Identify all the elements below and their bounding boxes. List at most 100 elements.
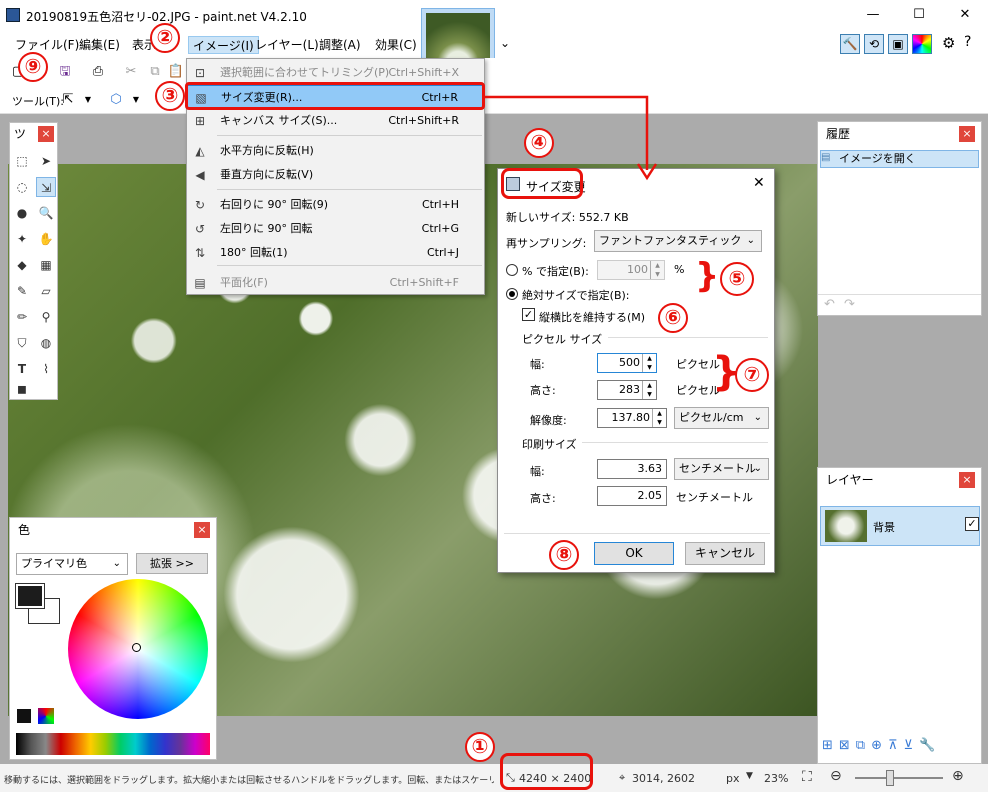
text-tool-icon[interactable]: T [12, 359, 32, 379]
clone-stamp-tool-icon[interactable]: ⛉ [12, 333, 32, 353]
paste-icon[interactable]: 📋 [166, 62, 186, 82]
percent-input[interactable]: 100 ▲ ▼ [597, 260, 665, 280]
line-tool-icon[interactable]: ⌇ [36, 359, 56, 379]
chevron-down-icon[interactable]: ▼ [78, 90, 98, 110]
menu-item-label: 平面化(F) [220, 276, 268, 289]
resolution-input[interactable]: 137.80 ▲ ▼ [597, 408, 667, 428]
menu-item-label: 180° 回転(1) [220, 246, 288, 259]
layer-row[interactable]: 背景 ✓ [820, 506, 980, 546]
color-mode-select[interactable]: プライマリ色 ⌄ [16, 553, 128, 575]
menu-adjustments[interactable]: 調整(A) [315, 36, 365, 54]
rect-select-tool-icon[interactable]: ⬚ [12, 151, 32, 171]
undo-icon[interactable]: ↶ [824, 297, 835, 312]
menu-image[interactable]: イメージ(I) [188, 36, 259, 54]
zoom-fit-icon[interactable]: ⛶ [802, 769, 812, 785]
history-title: 履歴 [818, 122, 981, 146]
pan-tool-icon[interactable]: ✋ [36, 229, 56, 249]
menu-item-rotate-ccw[interactable]: ↺ 左回りに 90° 回転 Ctrl+G [187, 217, 484, 241]
save-icon[interactable]: 🖫 [55, 62, 75, 82]
menu-item-flip-horizontal[interactable]: ◭ 水平方向に反転(H) [187, 139, 484, 163]
move-selected-tool-icon[interactable]: ➤ [36, 151, 56, 171]
chevron-down-icon[interactable]: ▼ [746, 771, 753, 781]
color-palette[interactable] [16, 733, 210, 755]
zoom-out-icon[interactable]: ⊖ [830, 768, 842, 784]
maximize-button[interactable]: ☐ [896, 0, 942, 30]
close-icon[interactable]: × [959, 472, 975, 488]
redo-icon[interactable]: ↷ [844, 297, 855, 312]
print-unit-select[interactable]: センチメートル ⌄ [674, 458, 769, 480]
colors-toggle-icon[interactable] [912, 34, 932, 54]
menu-effects[interactable]: 効果(C) [371, 36, 421, 54]
lasso-tool-icon[interactable]: ◌ [12, 177, 32, 197]
eraser-tool-icon[interactable]: ▱ [36, 281, 56, 301]
print-width-label: 幅: [530, 465, 545, 478]
color-wheel-cursor[interactable] [132, 643, 141, 652]
annotation-box-resize-item [185, 82, 485, 110]
selection-mode-icon[interactable]: ⬡ [106, 90, 126, 110]
gradient-tool-icon[interactable]: ▦ [36, 255, 56, 275]
unit-select[interactable]: px [726, 772, 740, 785]
menu-layers[interactable]: レイヤー(L) [251, 36, 323, 54]
resample-select[interactable]: ファントファンタスティック ⌄ [594, 230, 762, 252]
pencil-tool-icon[interactable]: ✏ [12, 307, 32, 327]
keep-aspect-checkbox[interactable]: ✓ [522, 308, 535, 321]
zoom-level[interactable]: 23% [764, 772, 788, 785]
reset-colors-icon[interactable] [16, 708, 32, 724]
zoom-tool-icon[interactable]: 🔍 [36, 203, 56, 223]
move-tool-icon[interactable]: ⇱ [58, 90, 78, 110]
cancel-button[interactable]: キャンセル [685, 542, 765, 565]
paintbrush-tool-icon[interactable]: ✎ [12, 281, 32, 301]
shapes-tool-icon[interactable]: ◼ [12, 379, 32, 399]
paint-bucket-tool-icon[interactable]: ◆ [12, 255, 32, 275]
zoom-slider-thumb[interactable] [886, 770, 894, 786]
menu-file[interactable]: ファイル(F) [11, 36, 83, 54]
menu-item-flatten[interactable]: ▤ 平面化(F) Ctrl+Shift+F [187, 271, 484, 295]
zoom-in-icon[interactable]: ⊕ [952, 768, 964, 784]
layer-actions[interactable]: ⊞⊠⧉⊕⊼⊻🔧 [822, 738, 941, 753]
zoom-slider[interactable] [855, 777, 943, 779]
help-icon[interactable]: ? [964, 34, 971, 50]
menu-item-canvas-size[interactable]: ⊞ キャンバス サイズ(S)... Ctrl+Shift+R [187, 109, 484, 133]
resolution-unit-select[interactable]: ピクセル/cm ⌄ [674, 407, 769, 429]
chevron-down-icon[interactable]: ⌄ [500, 36, 510, 50]
ellipse-select-tool-icon[interactable]: ● [12, 203, 32, 223]
pixel-width-input[interactable]: 500 ▲ ▼ [597, 353, 657, 373]
layer-visible-checkbox[interactable]: ✓ [965, 517, 979, 531]
primary-color-swatch[interactable] [15, 583, 45, 609]
close-icon[interactable]: ✕ [753, 175, 765, 191]
menu-item-rotate-cw[interactable]: ↻ 右回りに 90° 回転(9) Ctrl+H [187, 193, 484, 217]
menu-item-flip-vertical[interactable]: ◀ 垂直方向に反転(V) [187, 163, 484, 187]
tools-toggle-icon[interactable]: 🔨 [840, 34, 860, 54]
move-selection-tool-icon[interactable]: ⇲ [36, 177, 56, 197]
cut-icon[interactable]: ✂ [121, 62, 141, 82]
percent-radio[interactable] [506, 264, 518, 276]
gear-icon[interactable]: ⚙ [942, 34, 955, 52]
history-toggle-icon[interactable]: ⟲ [864, 34, 884, 54]
close-icon[interactable]: × [38, 126, 54, 142]
pixel-height-input[interactable]: 283 ▲ ▼ [597, 380, 657, 400]
expand-button[interactable]: 拡張 >> [136, 553, 208, 574]
chevron-down-icon[interactable]: ▼ [126, 90, 146, 110]
color-picker-tool-icon[interactable]: ⚲ [36, 307, 56, 327]
magic-wand-tool-icon[interactable]: ✦ [12, 229, 32, 249]
menu-edit[interactable]: 編集(E) [75, 36, 124, 54]
crop-icon: ⊡ [194, 66, 206, 80]
menu-item-rotate-180[interactable]: ⇅ 180° 回転(1) Ctrl+J [187, 241, 484, 265]
print-width-input[interactable]: 3.63 [597, 459, 667, 479]
layers-title: レイヤー [818, 468, 981, 492]
recolor-tool-icon[interactable]: ◍ [36, 333, 56, 353]
close-icon[interactable]: × [959, 126, 975, 142]
history-item[interactable]: イメージを開く [820, 150, 979, 168]
copy-icon[interactable]: ⧉ [145, 62, 165, 82]
minimize-button[interactable]: — [850, 0, 896, 30]
layers-toggle-icon[interactable]: ▣ [888, 34, 908, 54]
ok-button[interactable]: OK [594, 542, 674, 565]
print-height-input[interactable]: 2.05 [597, 486, 667, 506]
color-wheel[interactable] [68, 579, 208, 719]
close-button[interactable]: ✕ [942, 0, 988, 30]
print-icon[interactable]: ⎙ [88, 62, 108, 82]
app-icon [6, 8, 20, 22]
close-icon[interactable]: × [194, 522, 210, 538]
absolute-radio[interactable] [506, 288, 518, 300]
palette-icon[interactable] [38, 708, 54, 724]
